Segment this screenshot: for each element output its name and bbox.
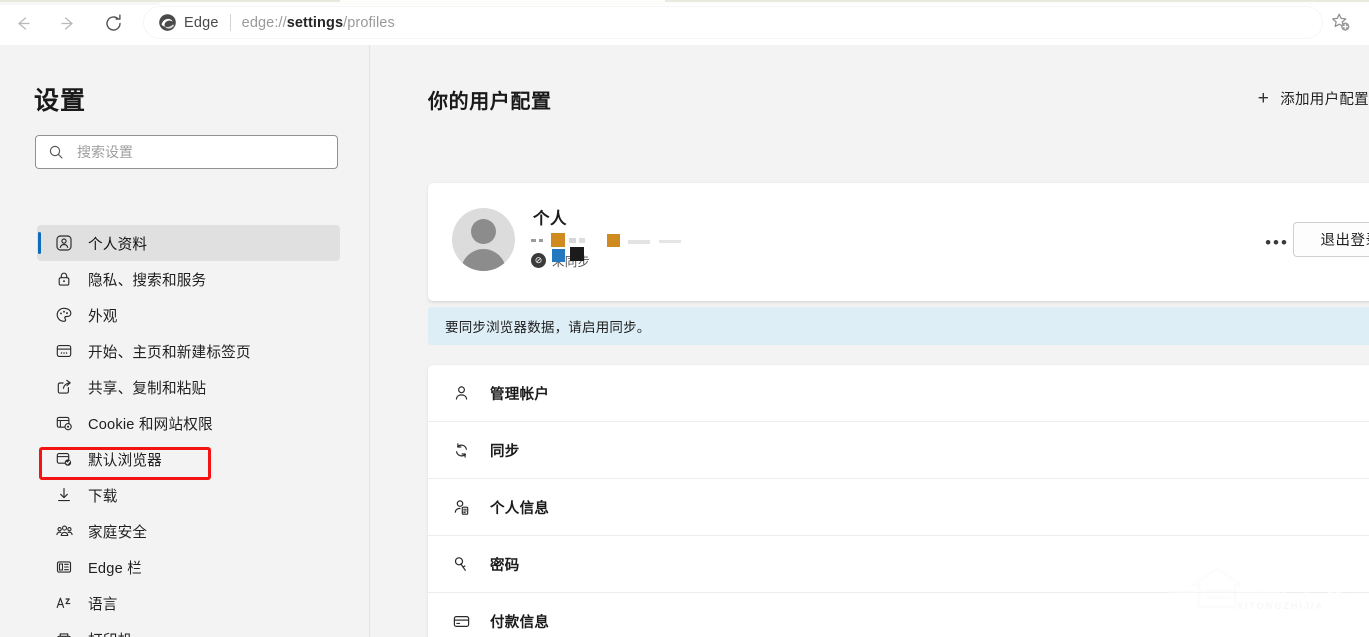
url-prefix: edge:// [241,14,287,31]
back-button[interactable] [6,6,40,40]
default-browser-icon [54,449,74,469]
sidebar-item-label: 语言 [88,596,118,613]
person-icon [450,382,472,404]
sidebar-item-label: 打印机 [88,629,132,637]
sidebar-item-label: 家庭安全 [88,524,148,541]
browser-chrome: Edge edge://settings/profiles [0,0,1369,45]
arrow-left-icon [17,16,30,30]
sidebar-item-start-home-newtab[interactable]: 开始、主页和新建标签页 [37,333,340,369]
sidebar-item-label: 默认浏览器 [88,452,162,469]
profile-email-redacted [531,233,771,250]
add-profile-label: 添加用户配置 [1280,92,1369,108]
reload-icon [105,14,121,31]
settings-row-label: 密码 [490,557,520,574]
settings-row-personal-info[interactable]: 个人信息 [428,479,1369,536]
family-safety-icon [54,521,74,541]
sidebar-item-downloads[interactable]: 下载 [37,477,340,513]
language-icon [54,593,74,613]
sync-off-badge-icon: ⊘ [531,253,546,268]
forward-button[interactable] [50,6,84,40]
sidebar-item-default-browser[interactable]: 默认浏览器 [37,441,340,477]
profile-icon [54,233,74,253]
settings-row-sync[interactable]: 同步 [428,422,1369,479]
edge-bar-icon [54,557,74,577]
settings-row-label: 管理帐户 [490,386,550,403]
sidebar-item-share-copy-paste[interactable]: 共享、复制和粘贴 [37,369,340,405]
url-bold: settings [286,14,344,31]
sidebar-item-label: 开始、主页和新建标签页 [88,344,251,361]
url-suffix: /profiles [343,14,395,31]
sidebar-item-appearance[interactable]: 外观 [37,297,340,333]
sign-out-label: 退出登录 [1320,233,1369,249]
edge-identity-label: Edge [184,14,219,31]
identity-separator [229,14,231,31]
url-text: edge://settings/profiles [242,15,395,31]
sidebar-item-label: 个人资料 [88,236,148,253]
profile-card: 个人 ⊘ 未同步 ••• 退出登录 [428,183,1369,301]
settings-row-payment-info[interactable]: 付款信息 [428,593,1369,637]
person-card-icon [450,496,472,518]
sign-out-button[interactable]: 退出登录 [1293,222,1369,257]
settings-row-label: 付款信息 [490,614,550,631]
page-title: 设置 [34,87,87,115]
main-content: 你的用户配置 + 添加用户配置 个人 ⊘ 未同步 ••• 退出登录 [371,45,1369,637]
add-profile-button[interactable]: + 添加用户配置 [1258,88,1369,109]
more-options-button[interactable]: ••• [1264,231,1290,253]
sidebar-item-privacy[interactable]: 隐私、搜索和服务 [37,261,340,297]
search-icon [49,145,63,159]
sync-banner: 要同步浏览器数据，请启用同步。 [428,307,1369,345]
sync-icon [450,439,472,461]
cookie-permissions-icon [54,413,74,433]
wallet-icon [450,610,472,632]
sidebar-item-languages[interactable]: 语言 [37,585,340,621]
lock-icon [54,269,74,289]
window-dots-icon [54,341,74,361]
sidebar-item-label: 外观 [88,308,118,325]
sync-banner-text: 要同步浏览器数据，请启用同步。 [445,320,651,335]
sidebar-item-cookies-permissions[interactable]: Cookie 和网站权限 [37,405,340,441]
settings-row-label: 同步 [490,443,520,460]
star-add-icon [1332,13,1350,31]
sidebar-item-label: Cookie 和网站权限 [88,416,213,433]
sidebar-item-profiles[interactable]: 个人资料 [37,225,340,261]
key-icon [450,553,472,575]
profiles-header-title: 你的用户配置 [428,91,552,113]
printer-icon [54,629,74,637]
sidebar-item-label: 共享、复制和粘贴 [88,380,207,397]
settings-list: 管理帐户 同步 个人信息 密码 付款信息 [428,365,1369,637]
avatar [452,208,515,271]
favorite-add-button[interactable] [1325,7,1355,37]
search-input[interactable] [75,143,295,161]
edge-identity: Edge [144,13,219,32]
sidebar-item-edge-bar[interactable]: Edge 栏 [37,549,340,585]
plus-icon: + [1257,88,1270,109]
address-bar[interactable]: Edge edge://settings/profiles [144,7,1322,38]
sync-text-redaction-b [570,247,584,261]
sidebar-item-label: 隐私、搜索和服务 [88,272,207,289]
sidebar-item-printers[interactable]: 打印机 [37,621,340,637]
settings-row-label: 个人信息 [490,500,550,517]
tab-strip-sliver [0,0,1369,5]
edge-logo-icon [159,14,176,31]
profile-name: 个人 [533,210,567,228]
search-settings-box[interactable] [35,135,338,169]
sidebar-item-family-safety[interactable]: 家庭安全 [37,513,340,549]
reload-button[interactable] [96,6,130,40]
settings-row-passwords[interactable]: 密码 [428,536,1369,593]
sidebar-nav: 个人资料 隐私、搜索和服务 外观 开始、主页和新建标签页 共享、复制和粘贴 Co… [0,225,369,637]
share-icon [54,377,74,397]
arrow-right-icon [60,16,73,30]
settings-sidebar: 设置 个人资料 [0,45,370,637]
sync-text-redaction-a [552,249,565,262]
download-icon [54,485,74,505]
settings-row-manage-account[interactable]: 管理帐户 [428,365,1369,422]
sidebar-item-label: 下载 [88,488,118,505]
sidebar-item-label: Edge 栏 [88,560,142,577]
palette-icon [54,305,74,325]
